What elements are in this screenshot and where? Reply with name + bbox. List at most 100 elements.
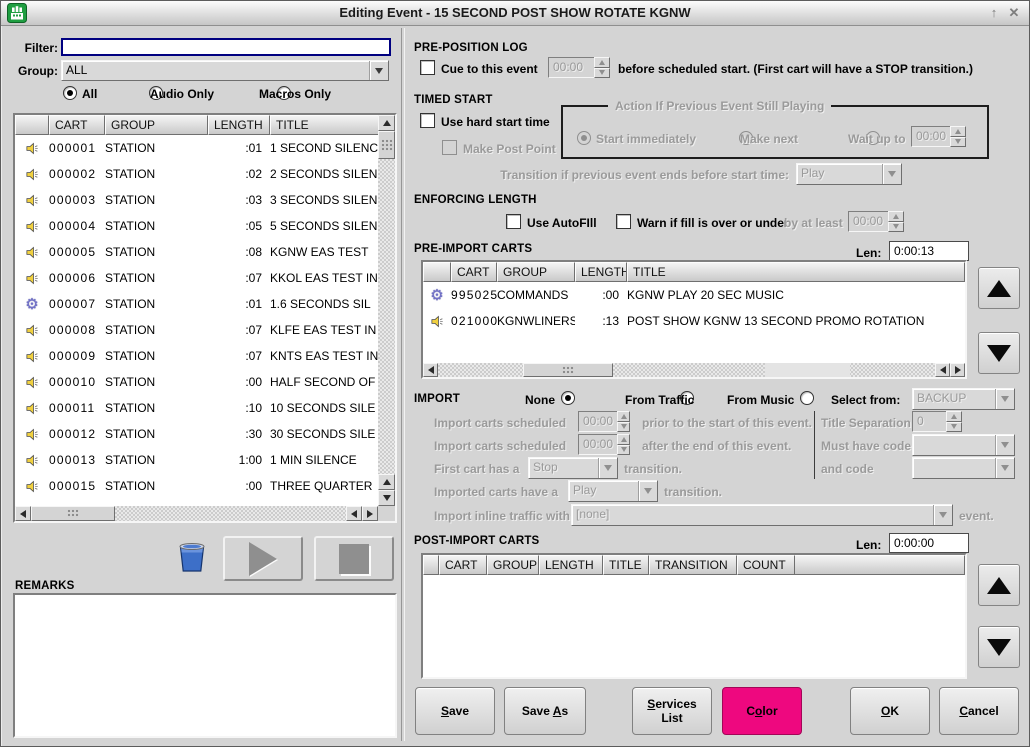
maximize-button[interactable]: ↑ xyxy=(985,3,1003,22)
spin-up-icon[interactable] xyxy=(594,57,610,68)
column-header-group[interactable]: GROUP xyxy=(105,115,208,135)
sched-after-spinner[interactable]: 00:00 xyxy=(578,434,630,455)
cart-row[interactable]: 000013 STATION 1:00 1 MIN SILENCE xyxy=(15,447,378,473)
sched-prior-spinner[interactable]: 00:00 xyxy=(578,411,630,432)
cart-row[interactable]: 000001 STATION :01 1 SECOND SILENCE xyxy=(15,135,378,161)
column-header-cart[interactable]: CART xyxy=(451,262,497,282)
start-immediately-radio[interactable] xyxy=(577,131,591,145)
scroll-left-button[interactable] xyxy=(346,506,362,521)
cart-row[interactable]: 000006 STATION :07 KKOL EAS TEST IN xyxy=(15,265,378,291)
import-none-radio[interactable] xyxy=(561,391,575,405)
cart-row[interactable]: ⚙ 000007 STATION :01 1.6 SECONDS SIL xyxy=(15,291,378,317)
column-header-length[interactable]: LENGTH xyxy=(539,555,603,575)
imported-carts-transition-select[interactable]: Play xyxy=(568,480,658,502)
spin-down-icon[interactable] xyxy=(617,445,630,456)
scroll-down-button[interactable] xyxy=(378,490,395,506)
cart-row[interactable]: 000010 STATION :00 HALF SECOND OF xyxy=(15,369,378,395)
scrollbar-page-area[interactable] xyxy=(765,363,850,377)
scrollbar-track[interactable] xyxy=(438,363,523,377)
spin-down-icon[interactable] xyxy=(950,137,966,148)
cart-row[interactable]: 000002 STATION :02 2 SECONDS SILENCE xyxy=(15,161,378,187)
save-button[interactable]: Save xyxy=(415,687,495,735)
column-header-title[interactable]: TITLE xyxy=(627,262,965,282)
pre-import-len-field[interactable]: 0:00:13 xyxy=(889,241,969,261)
and-code-select[interactable] xyxy=(912,457,1015,479)
close-button[interactable]: ✕ xyxy=(1005,3,1023,22)
make-post-point-checkbox[interactable] xyxy=(442,140,457,155)
inline-traffic-select[interactable]: [none] xyxy=(571,504,953,526)
first-cart-transition-select[interactable]: Stop xyxy=(528,457,618,479)
spin-up-icon[interactable] xyxy=(946,411,962,422)
cart-row[interactable]: 000008 STATION :07 KLFE EAS TEST IN xyxy=(15,317,378,343)
must-have-code-select[interactable] xyxy=(912,434,1015,456)
group-select[interactable]: ALL xyxy=(61,60,389,81)
spin-down-icon[interactable] xyxy=(888,222,904,233)
ok-button[interactable]: OK xyxy=(850,687,930,735)
spin-down-icon[interactable] xyxy=(594,68,610,79)
scroll-left-button[interactable] xyxy=(423,363,438,377)
color-button[interactable]: Color xyxy=(722,687,802,735)
scrollbar-thumb[interactable] xyxy=(523,363,613,377)
column-header-title[interactable]: TITLE xyxy=(270,115,395,135)
scroll-right-button[interactable] xyxy=(950,363,965,377)
cart-list-hscrollbar[interactable] xyxy=(15,506,378,521)
scroll-left-button[interactable] xyxy=(15,506,31,521)
scrollbar-track[interactable] xyxy=(378,159,395,474)
spin-up-icon[interactable] xyxy=(617,434,630,445)
column-header-cart[interactable]: CART xyxy=(439,555,487,575)
remarks-textarea[interactable] xyxy=(13,593,397,738)
column-header-group[interactable]: GROUP xyxy=(487,555,539,575)
scrollbar-track[interactable] xyxy=(115,506,346,521)
wait-time-spinner[interactable]: 00:00 xyxy=(911,126,966,147)
by-at-least-spinner[interactable]: 00:00 xyxy=(848,211,904,232)
scroll-right-button[interactable] xyxy=(362,506,378,521)
move-down-button[interactable] xyxy=(978,332,1020,374)
column-header-group[interactable]: GROUP xyxy=(497,262,575,282)
column-header-title[interactable]: TITLE xyxy=(603,555,649,575)
scroll-up-button[interactable] xyxy=(378,115,395,131)
cart-row[interactable]: 000003 STATION :03 3 SECONDS SILENCE xyxy=(15,187,378,213)
move-up-button[interactable] xyxy=(978,564,1020,606)
save-as-button[interactable]: Save As xyxy=(504,687,586,735)
spin-up-icon[interactable] xyxy=(617,411,630,422)
cue-to-event-checkbox[interactable] xyxy=(420,60,435,75)
play-button[interactable] xyxy=(223,536,303,581)
cart-row[interactable]: 000004 STATION :05 5 SECONDS SILENCE xyxy=(15,213,378,239)
pre-import-row[interactable]: ⚙ 995025 COMMANDS :00 KGNW PLAY 20 SEC M… xyxy=(423,282,965,308)
use-autofill-checkbox[interactable] xyxy=(506,214,521,229)
cart-row[interactable]: 000015 STATION :00 THREE QUARTER xyxy=(15,473,378,499)
spin-up-icon[interactable] xyxy=(950,126,966,137)
pre-import-hscrollbar[interactable] xyxy=(423,363,965,377)
trash-bucket-icon[interactable] xyxy=(176,539,208,575)
pre-import-row[interactable]: 021000 KGNWLINERS :13 POST SHOW KGNW 13 … xyxy=(423,308,965,334)
column-header-cart[interactable]: CART xyxy=(49,115,105,135)
column-header-transition[interactable]: TRANSITION xyxy=(649,555,737,575)
cancel-button[interactable]: Cancel xyxy=(939,687,1019,735)
scroll-left-button[interactable] xyxy=(935,363,950,377)
cart-row[interactable]: 000011 STATION :10 10 SECONDS SILE xyxy=(15,395,378,421)
scrollbar-thumb[interactable] xyxy=(31,506,115,521)
column-header-count[interactable]: COUNT xyxy=(737,555,795,575)
filter-input[interactable] xyxy=(61,38,391,56)
column-header-length[interactable]: LENGTH xyxy=(208,115,270,135)
move-down-button[interactable] xyxy=(978,626,1020,668)
use-hard-start-checkbox[interactable] xyxy=(420,113,435,128)
column-header-length[interactable]: LENGTH xyxy=(575,262,627,282)
stop-button[interactable] xyxy=(314,536,394,581)
scrollbar-thumb[interactable] xyxy=(378,131,395,159)
cart-row[interactable]: 000005 STATION :08 KGNW EAS TEST xyxy=(15,239,378,265)
post-import-len-field[interactable]: 0:00:00 xyxy=(889,533,969,553)
warn-fill-checkbox[interactable] xyxy=(616,214,631,229)
cart-row[interactable]: 000009 STATION :07 KNTS EAS TEST IN xyxy=(15,343,378,369)
spin-down-icon[interactable] xyxy=(617,422,630,433)
cue-time-spinner[interactable]: 00:00 xyxy=(548,57,610,78)
title-separation-spinner[interactable]: 0 xyxy=(912,411,962,432)
spin-up-icon[interactable] xyxy=(888,211,904,222)
select-from-service-select[interactable]: BACKUP xyxy=(912,388,1015,410)
cart-row[interactable]: 000012 STATION :30 30 SECONDS SILE xyxy=(15,421,378,447)
radio-all[interactable] xyxy=(63,86,77,100)
services-list-button[interactable]: Services List xyxy=(632,687,712,735)
spin-down-icon[interactable] xyxy=(946,422,962,433)
cart-list-vscrollbar[interactable] xyxy=(378,115,395,506)
move-up-button[interactable] xyxy=(978,267,1020,309)
